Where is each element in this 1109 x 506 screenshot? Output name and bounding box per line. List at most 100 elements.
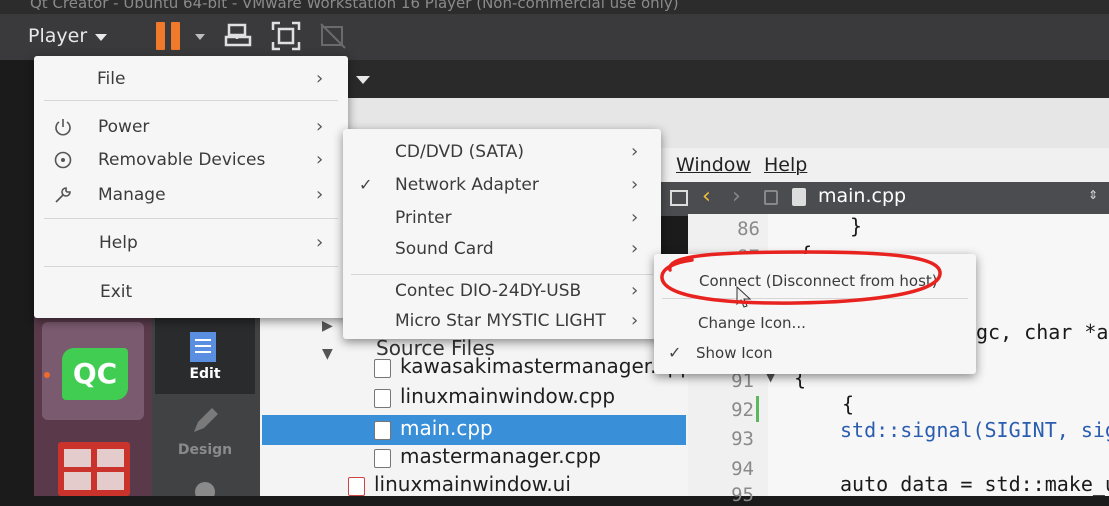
chevron-down-icon[interactable]: ▼ — [322, 346, 333, 362]
split-icon[interactable] — [670, 190, 688, 206]
player-menu: File › Power › Removable Devices › Manag… — [34, 56, 348, 318]
menu-item-help[interactable]: Help › — [34, 226, 348, 260]
edit-mode-icon — [190, 332, 216, 362]
chevron-right-icon: › — [316, 68, 324, 89]
chevron-down-icon[interactable] — [356, 76, 370, 84]
menu-separator — [44, 266, 338, 267]
menu-item-removable-devices[interactable]: Removable Devices › — [34, 143, 348, 177]
tree-file[interactable]: kawasakimastermanager.cpp — [374, 354, 693, 378]
cpp-file-icon — [374, 389, 391, 408]
lock-icon — [764, 190, 778, 205]
menu-item-label: Micro Star MYSTIC LIGHT — [395, 311, 606, 331]
editor-toolbar: ‹ › main.cpp ⇕ — [660, 182, 1109, 216]
check-icon: ✓ — [359, 175, 373, 194]
menu-item-label: Sound Card — [395, 239, 494, 259]
qtcreator-logo-icon[interactable]: QC — [62, 348, 128, 400]
code-line: } — [850, 214, 863, 238]
chevron-right-icon: › — [631, 310, 639, 331]
current-file-name[interactable]: main.cpp — [818, 185, 906, 207]
disc-icon — [54, 151, 72, 169]
line-number: 93 — [731, 428, 754, 450]
menu-item-power[interactable]: Power › — [34, 110, 348, 144]
chevron-right-icon: › — [631, 280, 639, 301]
cpp-file-icon — [792, 188, 806, 206]
line-number: 86 — [737, 218, 760, 240]
chevron-right-icon[interactable]: ▶ — [322, 318, 333, 334]
ui-file-icon — [348, 477, 365, 496]
menu-item-printer[interactable]: Printer › — [343, 201, 661, 235]
launcher-item-terminal-grid[interactable] — [58, 442, 130, 496]
menu-item-label: Network Adapter — [395, 175, 539, 195]
pause-icon[interactable] — [156, 22, 182, 50]
cpp-file-icon — [374, 449, 391, 468]
back-icon[interactable]: ‹ — [702, 184, 711, 209]
unity-mode-icon[interactable] — [318, 21, 348, 51]
menu-item-label: Printer — [395, 208, 452, 228]
chevron-right-icon: › — [631, 174, 639, 195]
dropdown-icon[interactable] — [195, 34, 205, 40]
code-line: auto data = std::make_u — [840, 472, 1109, 496]
chevron-right-icon: › — [631, 207, 639, 228]
menu-item-file[interactable]: File › — [34, 62, 348, 96]
send-ctrl-alt-del-icon[interactable] — [224, 21, 254, 51]
menu-item-label: Power — [98, 117, 150, 137]
chevron-right-icon: › — [631, 238, 639, 259]
player-menu-label: Player — [28, 25, 88, 47]
mode-edit[interactable]: Edit — [155, 314, 255, 394]
removable-devices-menu: CD/DVD (SATA) › ✓ Network Adapter › Prin… — [343, 129, 661, 339]
mode-design-label[interactable]: Design — [155, 442, 255, 458]
menu-item-cd-dvd[interactable]: CD/DVD (SATA) › — [343, 135, 661, 169]
line-number: 92 — [731, 399, 754, 421]
code-line: std::signal(SIGINT, sig — [840, 418, 1109, 442]
change-marker — [756, 396, 759, 422]
tree-file-label: linuxmainwindow.cpp — [400, 384, 616, 408]
menu-item-label: Show Icon — [696, 344, 773, 362]
window-titlebar: Qt Creator - Ubuntu 64-bit - VMware Work… — [0, 0, 1109, 14]
line-number: 94 — [731, 458, 754, 480]
tree-file[interactable]: mastermanager.cpp — [374, 444, 601, 468]
design-mode-icon[interactable] — [188, 404, 222, 438]
menu-item-manage[interactable]: Manage › — [34, 178, 348, 212]
chevron-right-icon: › — [316, 116, 324, 137]
menu-separator — [44, 218, 338, 219]
tree-file-label: kawasakimastermanager.cpp — [400, 354, 693, 378]
tree-file-label: linuxmainwindow.ui — [374, 472, 571, 496]
tree-file[interactable]: linuxmainwindow.ui — [348, 472, 571, 496]
code-line: { — [842, 392, 855, 416]
menu-item-network-adapter[interactable]: ✓ Network Adapter › — [343, 168, 661, 202]
fit-guest-icon[interactable] — [271, 21, 301, 51]
menu-item-label: File — [97, 69, 126, 89]
menu-item-label: Exit — [100, 282, 133, 302]
menu-item-label: CD/DVD (SATA) — [395, 142, 524, 162]
menu-item-sound-card[interactable]: Sound Card › — [343, 232, 661, 266]
tree-file[interactable]: linuxmainwindow.cpp — [374, 384, 616, 408]
menu-help[interactable]: Help — [764, 154, 807, 176]
cpp-file-icon — [374, 359, 391, 378]
menu-item-label: Help — [99, 233, 138, 253]
menu-item-contec-usb[interactable]: Contec DIO-24DY-USB › — [343, 274, 661, 308]
tree-file[interactable]: main.cpp — [374, 416, 493, 440]
window-title: Qt Creator - Ubuntu 64-bit - VMware Work… — [30, 0, 679, 12]
menu-item-show-icon[interactable]: ✓ Show Icon — [654, 336, 976, 370]
tree-file-label: mastermanager.cpp — [400, 444, 601, 468]
menu-item-label: Removable Devices — [98, 150, 266, 170]
debug-mode-icon[interactable] — [190, 478, 220, 496]
qtcreator-menubar: Window Help — [658, 148, 1109, 184]
chevron-right-icon: › — [631, 141, 639, 162]
wrench-icon — [55, 187, 71, 203]
chevron-down-icon — [95, 33, 108, 41]
chevron-right-icon: › — [316, 232, 324, 253]
menu-item-exit[interactable]: Exit — [34, 275, 348, 309]
forward-icon[interactable]: › — [732, 184, 741, 209]
check-icon: ✓ — [668, 343, 682, 362]
annotation-circle — [660, 250, 942, 305]
updown-icon[interactable]: ⇕ — [1088, 188, 1098, 202]
menu-window[interactable]: Window — [676, 154, 751, 176]
player-menu-button[interactable]: Player — [28, 20, 108, 52]
menu-item-mystic-light[interactable]: Micro Star MYSTIC LIGHT › — [343, 304, 661, 338]
chevron-right-icon: › — [316, 184, 324, 205]
chevron-right-icon: › — [316, 149, 324, 170]
menu-item-change-icon[interactable]: Change Icon... — [654, 306, 976, 340]
code-line: gc, char *ar — [976, 320, 1109, 344]
menu-item-label: Change Icon... — [698, 314, 806, 332]
